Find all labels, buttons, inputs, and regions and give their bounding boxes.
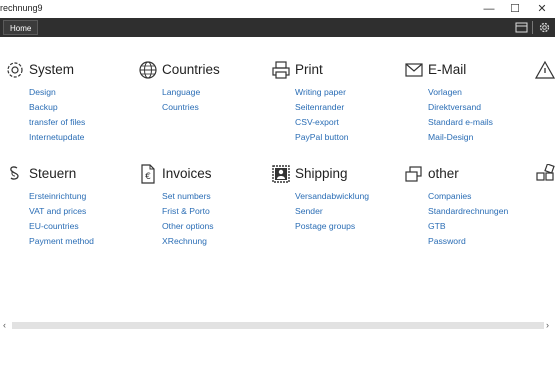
- link-xrechnung[interactable]: XRechnung: [162, 234, 214, 249]
- blocks-icon: [536, 164, 555, 181]
- link-csv-export[interactable]: CSV-export: [295, 115, 349, 130]
- link-payment-method[interactable]: Payment method: [29, 234, 94, 249]
- group-invoices: € Invoices Set numbers Frist & Porto Oth…: [138, 164, 263, 246]
- link-seitenrander[interactable]: Seitenrander: [295, 100, 349, 115]
- card-icon[interactable]: [514, 20, 529, 35]
- link-design[interactable]: Design: [29, 85, 85, 100]
- link-transfer-of-files[interactable]: transfer of files: [29, 115, 85, 130]
- group-email: E-Mail Vorlagen Direktversand Standard e…: [404, 60, 529, 142]
- windows-icon: [405, 166, 422, 182]
- link-gtb[interactable]: GTB: [428, 219, 508, 234]
- link-internetupdate[interactable]: Internetupdate: [29, 130, 85, 145]
- stamp-icon: [272, 165, 290, 183]
- euro-document-icon: €: [141, 164, 155, 184]
- link-mail-design[interactable]: Mail-Design: [428, 130, 493, 145]
- link-standard-emails[interactable]: Standard e-mails: [428, 115, 493, 130]
- title-bar: rechnung9 — ☐ ✕: [0, 0, 555, 18]
- window-title: rechnung9: [0, 3, 43, 13]
- scrollbar-thumb[interactable]: [12, 322, 544, 329]
- group-print: Print Writing paper Seitenrander CSV-exp…: [271, 60, 396, 142]
- scroll-left-icon[interactable]: ‹: [3, 320, 6, 331]
- envelope-icon: [405, 63, 423, 77]
- link-direktversand[interactable]: Direktversand: [428, 100, 493, 115]
- tab-home[interactable]: Home: [3, 20, 39, 35]
- link-companies[interactable]: Companies: [428, 189, 508, 204]
- link-ersteinrichtung[interactable]: Ersteinrichtung: [29, 189, 94, 204]
- link-versandabwicklung[interactable]: Versandabwicklung: [295, 189, 369, 204]
- ribbon-toolbar: Home: [0, 18, 555, 37]
- link-other-options[interactable]: Other options: [162, 219, 214, 234]
- link-writing-paper[interactable]: Writing paper: [295, 85, 349, 100]
- group-steuern: Steuern Ersteinrichtung VAT and prices E…: [5, 164, 130, 246]
- minimize-button[interactable]: —: [476, 0, 502, 18]
- gear-icon: [7, 62, 23, 78]
- link-standardrechnungen[interactable]: Standardrechnungen: [428, 204, 508, 219]
- group-title: System: [29, 62, 75, 77]
- group-partial-blocks: [535, 164, 555, 184]
- group-partial-warning: [535, 60, 555, 80]
- link-backup[interactable]: Backup: [29, 100, 85, 115]
- paragraph-icon: [10, 166, 19, 180]
- link-password[interactable]: Password: [428, 234, 508, 249]
- link-language[interactable]: Language: [162, 85, 200, 100]
- link-vorlagen[interactable]: Vorlagen: [428, 85, 493, 100]
- toolbar-divider: [532, 21, 533, 34]
- link-postage-groups[interactable]: Postage groups: [295, 219, 369, 234]
- globe-icon: [139, 61, 157, 79]
- link-paypal-button[interactable]: PayPal button: [295, 130, 349, 145]
- close-button[interactable]: ✕: [529, 0, 555, 18]
- group-shipping: Shipping Versandabwicklung Sender Postag…: [271, 164, 396, 231]
- group-other: other Companies Standardrechnungen GTB P…: [404, 164, 529, 246]
- scroll-right-icon[interactable]: ›: [546, 320, 549, 331]
- group-title: Shipping: [295, 166, 348, 181]
- group-title: Countries: [162, 62, 220, 77]
- group-title: E-Mail: [428, 62, 467, 77]
- link-vat-and-prices[interactable]: VAT and prices: [29, 204, 94, 219]
- link-set-numbers[interactable]: Set numbers: [162, 189, 214, 204]
- horizontal-scrollbar[interactable]: ‹ ›: [3, 320, 553, 331]
- warning-icon: [535, 60, 555, 79]
- printer-icon: [272, 61, 290, 79]
- group-title: Print: [295, 62, 323, 77]
- link-frist-porto[interactable]: Frist & Porto: [162, 204, 214, 219]
- group-system: System Design Backup transfer of files I…: [5, 60, 130, 142]
- settings-icon[interactable]: [537, 20, 552, 35]
- svg-text:€: €: [145, 172, 151, 182]
- link-countries[interactable]: Countries: [162, 100, 200, 115]
- maximize-button[interactable]: ☐: [502, 0, 528, 18]
- group-title: other: [428, 166, 459, 181]
- group-title: Invoices: [162, 166, 212, 181]
- group-title: Steuern: [29, 166, 77, 181]
- link-sender[interactable]: Sender: [295, 204, 369, 219]
- link-eu-countries[interactable]: EU-countries: [29, 219, 94, 234]
- group-countries: Countries Language Countries: [138, 60, 263, 112]
